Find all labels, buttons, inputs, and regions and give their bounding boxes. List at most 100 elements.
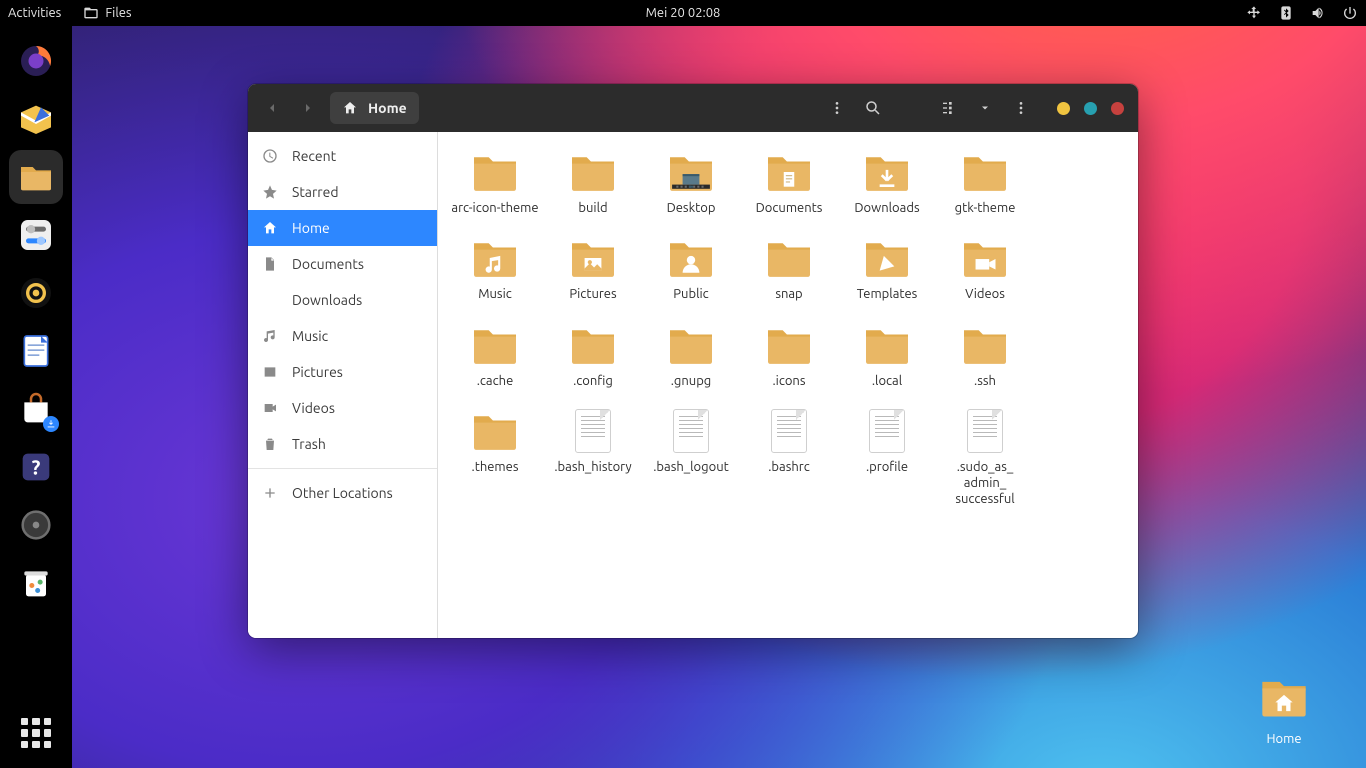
file-label: Music <box>478 286 512 302</box>
appmenu-button[interactable]: Files <box>83 5 131 21</box>
sidebar-item-starred[interactable]: Starred <box>248 174 437 210</box>
file-icon <box>663 409 719 453</box>
clock[interactable]: Mei 20 02:08 <box>646 6 721 20</box>
file-item[interactable]: .sudo_​as_​admin_​successful <box>936 405 1034 524</box>
text-file-icon <box>673 409 709 453</box>
pathbar[interactable]: Home <box>330 92 419 124</box>
dock-item-thunderbird[interactable] <box>9 92 63 146</box>
sidebar-item-home[interactable]: Home <box>248 210 437 246</box>
power-icon[interactable] <box>1342 5 1358 21</box>
trash-icon <box>262 436 278 452</box>
folder-item[interactable]: snap <box>740 232 838 318</box>
file-label: Pictures <box>569 286 616 302</box>
folder-item[interactable]: .gnupg <box>642 319 740 405</box>
dock-item-disk[interactable] <box>9 498 63 552</box>
sidebar-item-label: Trash <box>292 436 326 452</box>
dock-item-firefox[interactable] <box>9 34 63 88</box>
file-icon <box>761 409 817 453</box>
file-label: gtk-theme <box>955 200 1016 216</box>
sidebar-item-downloads[interactable]: Downloads <box>248 282 437 318</box>
text-file-icon <box>869 409 905 453</box>
dock-item-settings[interactable] <box>9 208 63 262</box>
close-button[interactable] <box>1111 102 1124 115</box>
folder-item[interactable]: arc-icon-theme <box>446 146 544 232</box>
sidebar-item-pictures[interactable]: Pictures <box>248 354 437 390</box>
desktop-home-label: Home <box>1244 732 1324 746</box>
desktop-home-icon[interactable]: Home <box>1244 671 1324 746</box>
sidebar-item-label: Downloads <box>292 292 362 308</box>
path-menu-button[interactable] <box>819 84 855 132</box>
folder-item[interactable]: Public <box>642 232 740 318</box>
sidebar-item-videos[interactable]: Videos <box>248 390 437 426</box>
maximize-button[interactable] <box>1084 102 1097 115</box>
plus-icon <box>262 485 278 501</box>
file-label: Downloads <box>854 200 919 216</box>
nav-forward-button[interactable] <box>290 84 326 132</box>
dock-item-trash[interactable] <box>9 556 63 610</box>
file-label: .gnupg <box>671 373 712 389</box>
network-icon[interactable] <box>1246 5 1262 21</box>
sidebar-item-music[interactable]: Music <box>248 318 437 354</box>
folder-item[interactable]: .themes <box>446 405 544 524</box>
view-menu-button[interactable] <box>967 84 1003 132</box>
music-icon <box>262 328 278 344</box>
path-label: Home <box>368 100 407 116</box>
folder-item[interactable]: Desktop <box>642 146 740 232</box>
sidebar-item-label: Videos <box>292 400 335 416</box>
file-item[interactable]: .bash_​history <box>544 405 642 524</box>
file-item[interactable]: .bashrc <box>740 405 838 524</box>
sidebar-item-documents[interactable]: Documents <box>248 246 437 282</box>
folder-icon <box>467 150 523 194</box>
picture-icon <box>262 364 278 380</box>
file-label: .profile <box>866 459 908 475</box>
folder-item[interactable]: Documents <box>740 146 838 232</box>
activities-button[interactable]: Activities <box>8 6 61 20</box>
dock-item-libreoffice[interactable] <box>9 324 63 378</box>
folder-item[interactable]: Music <box>446 232 544 318</box>
folder-item[interactable]: .local <box>838 319 936 405</box>
sidebar-item-recent[interactable]: Recent <box>248 138 437 174</box>
folder-item[interactable]: .ssh <box>936 319 1034 405</box>
file-label: .icons <box>772 373 805 389</box>
sidebar-item-other[interactable]: Other Locations <box>248 475 437 511</box>
folder-item[interactable]: gtk-theme <box>936 146 1034 232</box>
file-icon <box>859 409 915 453</box>
file-label: .themes <box>472 459 519 475</box>
dock-item-rhythmbox[interactable] <box>9 266 63 320</box>
folder-item[interactable]: build <box>544 146 642 232</box>
dock-item-files[interactable] <box>9 150 63 204</box>
view-icons-button[interactable] <box>931 84 967 132</box>
hamburger-menu-button[interactable] <box>1003 84 1039 132</box>
show-applications-button[interactable] <box>21 718 51 748</box>
file-label: Videos <box>965 286 1005 302</box>
dock-item-software[interactable] <box>9 382 63 436</box>
file-label: .local <box>872 373 902 389</box>
folder-item[interactable]: Pictures <box>544 232 642 318</box>
folder-item[interactable]: Videos <box>936 232 1034 318</box>
nav-back-button[interactable] <box>254 84 290 132</box>
file-label: Public <box>673 286 708 302</box>
file-label: Documents <box>756 200 823 216</box>
file-label: .bashrc <box>768 459 810 475</box>
folder-icon <box>859 236 915 280</box>
dock-item-help[interactable]: ? <box>9 440 63 494</box>
volume-icon[interactable] <box>1310 5 1326 21</box>
folder-item[interactable]: Downloads <box>838 146 936 232</box>
file-item[interactable]: .bash_​logout <box>642 405 740 524</box>
file-item[interactable]: .profile <box>838 405 936 524</box>
folder-item[interactable]: .cache <box>446 319 544 405</box>
folder-icon <box>565 236 621 280</box>
sidebar-item-trash[interactable]: Trash <box>248 426 437 462</box>
file-label: .bash_​history <box>554 459 631 475</box>
folder-item[interactable]: .icons <box>740 319 838 405</box>
file-label: build <box>578 200 607 216</box>
bluetooth-icon[interactable] <box>1278 5 1294 21</box>
folder-icon <box>859 150 915 194</box>
sidebar-item-label: Starred <box>292 184 339 200</box>
folder-item[interactable]: Templates <box>838 232 936 318</box>
minimize-button[interactable] <box>1057 102 1070 115</box>
text-file-icon <box>575 409 611 453</box>
file-label: Templates <box>857 286 918 302</box>
search-button[interactable] <box>855 84 891 132</box>
folder-item[interactable]: .config <box>544 319 642 405</box>
